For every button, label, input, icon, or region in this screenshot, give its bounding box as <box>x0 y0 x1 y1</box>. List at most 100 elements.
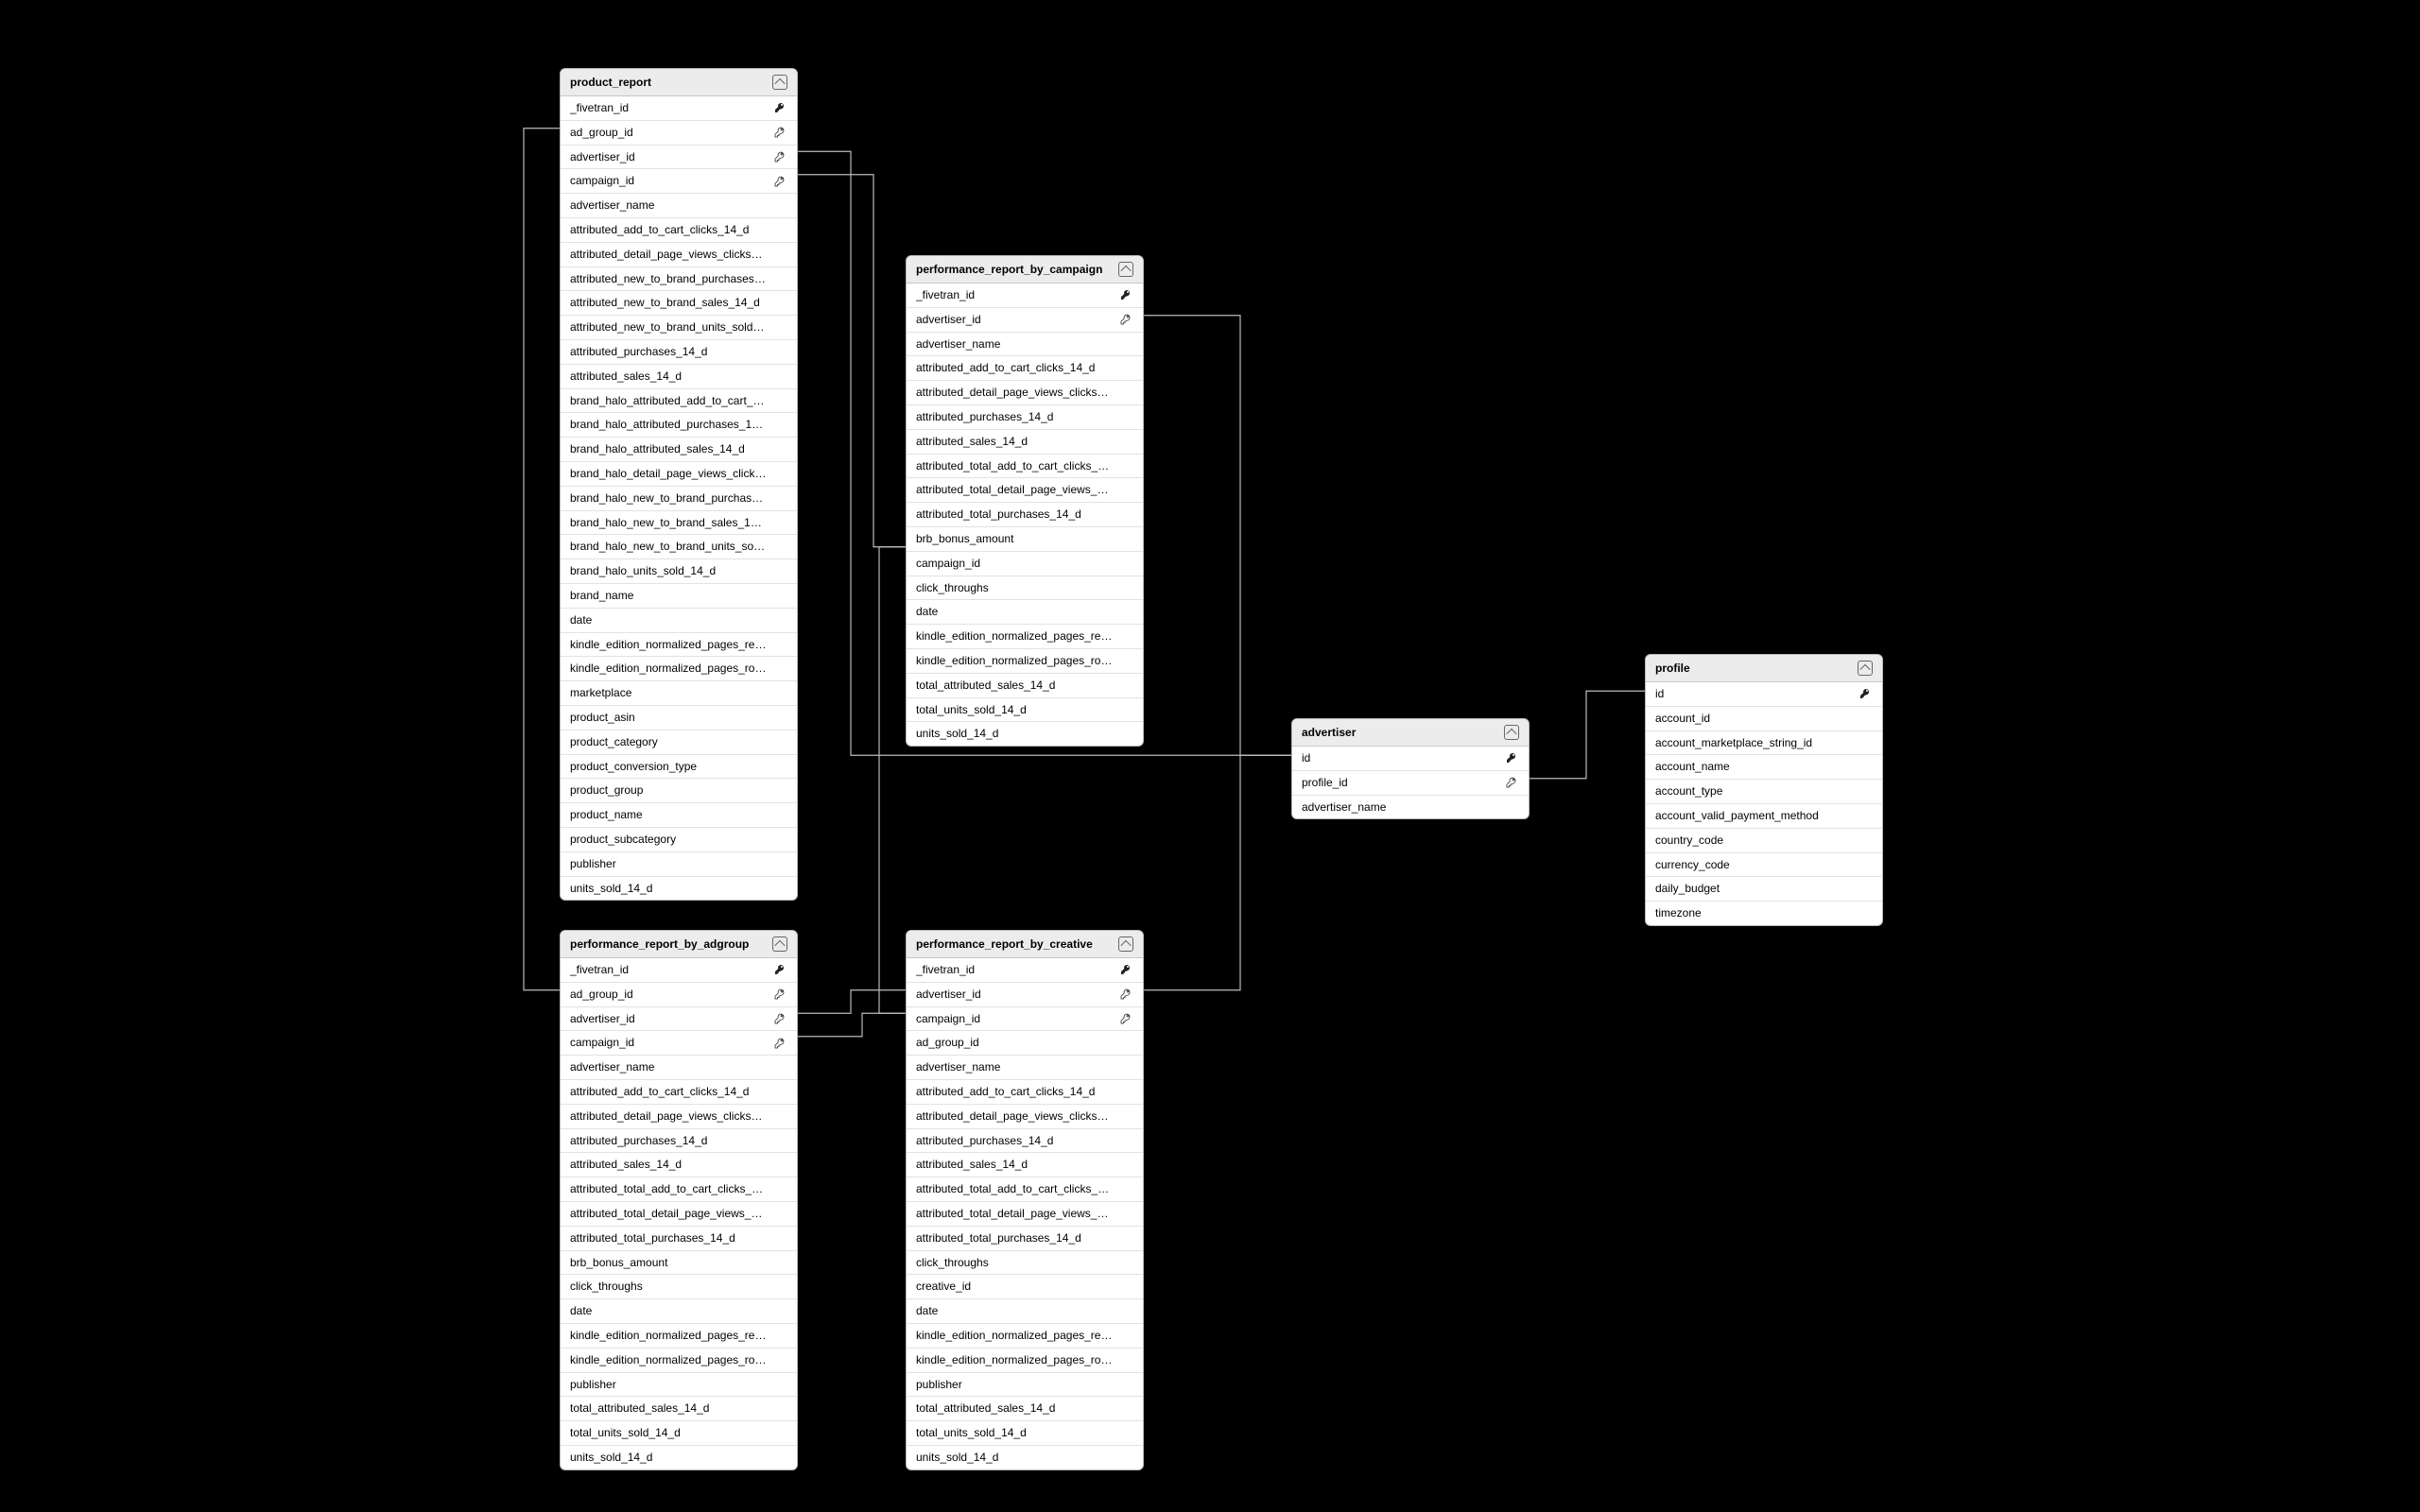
table-performance_report_by_campaign[interactable]: performance_report_by_campaign_fivetran_… <box>906 255 1144 747</box>
column-row[interactable]: brand_name <box>561 584 797 609</box>
table-performance_report_by_adgroup[interactable]: performance_report_by_adgroup_fivetran_i… <box>560 930 798 1470</box>
column-row[interactable]: attributed_sales_14_d <box>907 430 1143 455</box>
column-row[interactable]: campaign_id <box>561 1031 797 1056</box>
table-header[interactable]: profile <box>1646 655 1882 682</box>
column-row[interactable]: campaign_id <box>907 552 1143 576</box>
column-row[interactable]: product_asin <box>561 706 797 730</box>
column-row[interactable]: brb_bonus_amount <box>561 1251 797 1276</box>
column-row[interactable]: _fivetran_id <box>561 958 797 983</box>
column-row[interactable]: account_valid_payment_method <box>1646 804 1882 829</box>
table-header[interactable]: advertiser <box>1292 719 1529 747</box>
column-row[interactable]: brand_halo_attributed_sales_14_d <box>561 438 797 462</box>
column-row[interactable]: attributed_total_purchases_14_d <box>907 503 1143 527</box>
column-row[interactable]: creative_id <box>907 1275 1143 1299</box>
column-row[interactable]: attributed_detail_page_views_clicks_14_d <box>907 1105 1143 1129</box>
expand-icon[interactable] <box>1118 262 1133 277</box>
column-row[interactable]: attributed_new_to_brand_sales_14_d <box>561 291 797 316</box>
column-row[interactable]: attributed_purchases_14_d <box>561 340 797 365</box>
column-row[interactable]: publisher <box>561 852 797 877</box>
column-row[interactable]: click_throughs <box>907 576 1143 601</box>
column-row[interactable]: kindle_edition_normalized_pages_royaltie… <box>561 1349 797 1373</box>
column-row[interactable]: total_attributed_sales_14_d <box>907 1397 1143 1421</box>
column-row[interactable]: publisher <box>907 1373 1143 1398</box>
erd-canvas[interactable]: product_report_fivetran_idad_group_idadv… <box>0 0 2420 1512</box>
column-row[interactable]: ad_group_id <box>561 983 797 1007</box>
column-row[interactable]: account_name <box>1646 755 1882 780</box>
table-header[interactable]: performance_report_by_creative <box>907 931 1143 958</box>
column-row[interactable]: brand_halo_attributed_add_to_cart_clicks… <box>561 389 797 414</box>
column-row[interactable]: kindle_edition_normalized_pages_read_14_… <box>561 633 797 658</box>
table-advertiser[interactable]: advertiseridprofile_idadvertiser_name <box>1291 718 1530 819</box>
column-row[interactable]: kindle_edition_normalized_pages_read_14_… <box>907 1324 1143 1349</box>
column-row[interactable]: campaign_id <box>907 1007 1143 1032</box>
table-performance_report_by_creative[interactable]: performance_report_by_creative_fivetran_… <box>906 930 1144 1470</box>
column-row[interactable]: publisher <box>561 1373 797 1398</box>
column-row[interactable]: currency_code <box>1646 853 1882 878</box>
table-header[interactable]: product_report <box>561 69 797 96</box>
expand-icon[interactable] <box>1858 661 1873 676</box>
column-row[interactable]: attributed_detail_page_views_clicks_14_d <box>561 243 797 267</box>
column-row[interactable]: click_throughs <box>907 1251 1143 1276</box>
column-row[interactable]: account_marketplace_string_id <box>1646 731 1882 756</box>
column-row[interactable]: _fivetran_id <box>907 958 1143 983</box>
expand-icon[interactable] <box>1504 725 1519 740</box>
column-row[interactable]: units_sold_14_d <box>561 1446 797 1469</box>
column-row[interactable]: attributed_total_add_to_cart_clicks_14_d <box>907 1177 1143 1202</box>
column-row[interactable]: advertiser_name <box>561 194 797 218</box>
column-row[interactable]: attributed_total_add_to_cart_clicks_14_d <box>561 1177 797 1202</box>
column-row[interactable]: attributed_new_to_brand_purchases_14_d <box>561 267 797 292</box>
column-row[interactable]: attributed_sales_14_d <box>561 365 797 389</box>
table-header[interactable]: performance_report_by_campaign <box>907 256 1143 284</box>
column-row[interactable]: attributed_total_add_to_cart_clicks_14_d <box>907 455 1143 479</box>
column-row[interactable]: attributed_add_to_cart_clicks_14_d <box>907 1080 1143 1105</box>
column-row[interactable]: product_group <box>561 779 797 803</box>
column-row[interactable]: advertiser_id <box>907 983 1143 1007</box>
column-row[interactable]: attributed_purchases_14_d <box>561 1129 797 1154</box>
column-row[interactable]: advertiser_id <box>907 308 1143 333</box>
column-row[interactable]: attributed_add_to_cart_clicks_14_d <box>907 356 1143 381</box>
column-row[interactable]: attributed_detail_page_views_clicks_14_d <box>907 381 1143 405</box>
column-row[interactable]: attributed_sales_14_d <box>561 1153 797 1177</box>
column-row[interactable]: _fivetran_id <box>907 284 1143 308</box>
column-row[interactable]: brand_halo_new_to_brand_sales_14_d <box>561 511 797 536</box>
column-row[interactable]: product_name <box>561 803 797 828</box>
column-row[interactable]: attributed_purchases_14_d <box>907 405 1143 430</box>
column-row[interactable]: total_attributed_sales_14_d <box>907 674 1143 698</box>
column-row[interactable]: attributed_purchases_14_d <box>907 1129 1143 1154</box>
column-row[interactable]: attributed_add_to_cart_clicks_14_d <box>561 1080 797 1105</box>
column-row[interactable]: advertiser_name <box>907 1056 1143 1080</box>
column-row[interactable]: brand_halo_new_to_brand_units_sold_14_d <box>561 535 797 559</box>
column-row[interactable]: product_subcategory <box>561 828 797 852</box>
column-row[interactable]: id <box>1646 682 1882 707</box>
column-row[interactable]: daily_budget <box>1646 877 1882 902</box>
column-row[interactable]: advertiser_id <box>561 146 797 170</box>
column-row[interactable]: attributed_detail_page_views_clicks_14_d <box>561 1105 797 1129</box>
column-row[interactable]: brand_halo_detail_page_views_clicks_14_d <box>561 462 797 487</box>
column-row[interactable]: profile_id <box>1292 771 1529 796</box>
column-row[interactable]: brb_bonus_amount <box>907 527 1143 552</box>
column-row[interactable]: kindle_edition_normalized_pages_royaltie… <box>561 657 797 681</box>
column-row[interactable]: attributed_total_detail_page_views_click… <box>907 478 1143 503</box>
column-row[interactable]: kindle_edition_normalized_pages_read_14_… <box>907 625 1143 649</box>
column-row[interactable]: account_id <box>1646 707 1882 731</box>
column-row[interactable]: attributed_total_detail_page_views_click… <box>561 1202 797 1227</box>
column-row[interactable]: click_throughs <box>561 1275 797 1299</box>
column-row[interactable]: attributed_add_to_cart_clicks_14_d <box>561 218 797 243</box>
table-profile[interactable]: profileidaccount_idaccount_marketplace_s… <box>1645 654 1883 926</box>
column-row[interactable]: kindle_edition_normalized_pages_royaltie… <box>907 1349 1143 1373</box>
column-row[interactable]: advertiser_name <box>907 333 1143 357</box>
column-row[interactable]: attributed_total_detail_page_views_click… <box>907 1202 1143 1227</box>
column-row[interactable]: brand_halo_new_to_brand_purchases_14_d <box>561 487 797 511</box>
column-row[interactable]: attributed_sales_14_d <box>907 1153 1143 1177</box>
column-row[interactable]: total_attributed_sales_14_d <box>561 1397 797 1421</box>
column-row[interactable]: campaign_id <box>561 169 797 194</box>
column-row[interactable]: product_category <box>561 730 797 755</box>
column-row[interactable]: account_type <box>1646 780 1882 804</box>
column-row[interactable]: attributed_total_purchases_14_d <box>561 1227 797 1251</box>
column-row[interactable]: advertiser_id <box>561 1007 797 1032</box>
column-row[interactable]: timezone <box>1646 902 1882 925</box>
column-row[interactable]: attributed_new_to_brand_units_sold_14_d <box>561 316 797 340</box>
table-product_report[interactable]: product_report_fivetran_idad_group_idadv… <box>560 68 798 901</box>
column-row[interactable]: brand_halo_units_sold_14_d <box>561 559 797 584</box>
column-row[interactable]: date <box>561 1299 797 1324</box>
